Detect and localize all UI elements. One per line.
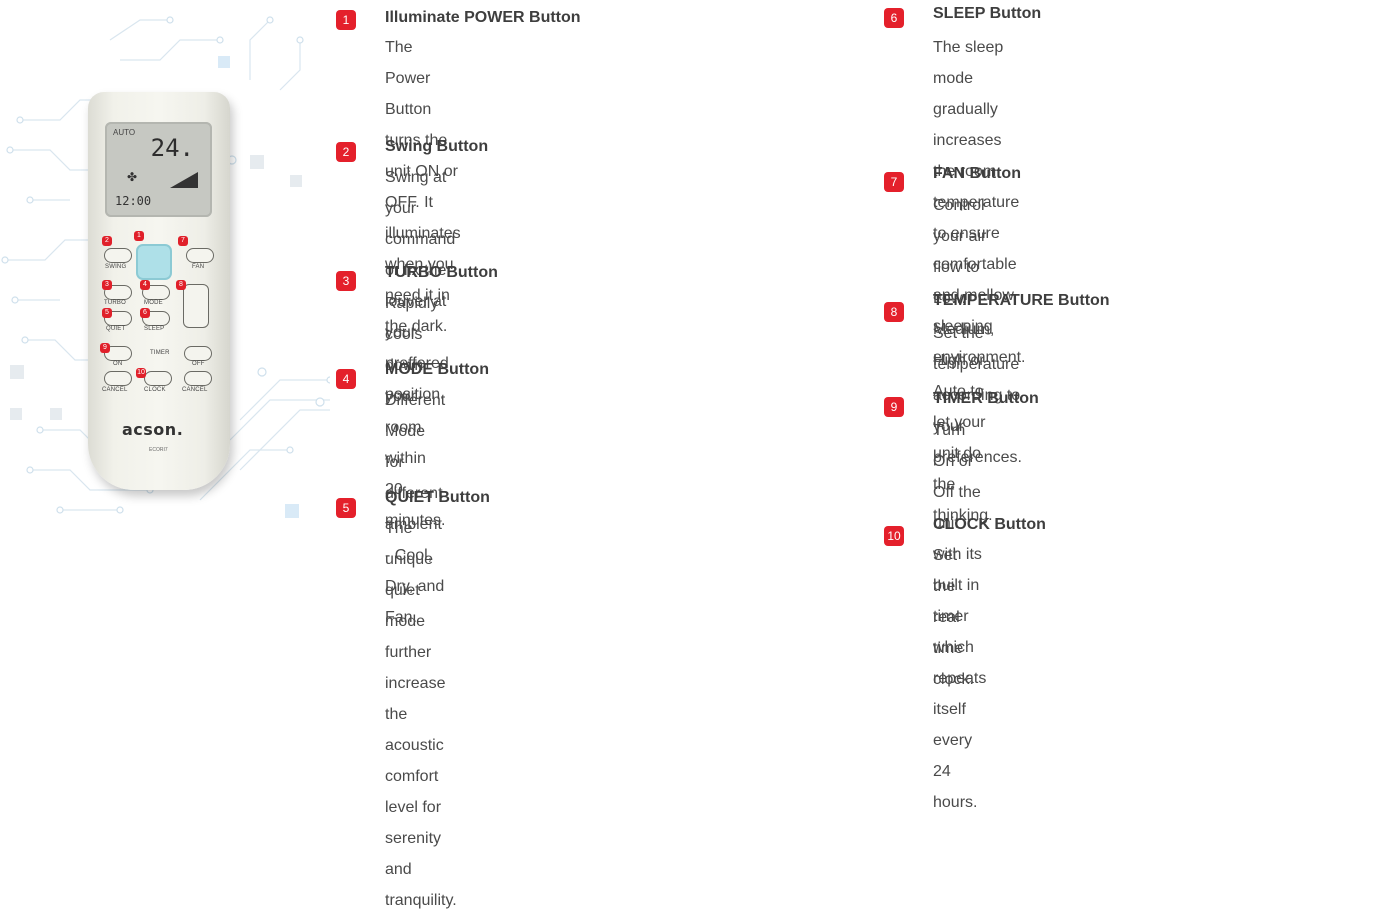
fan-icon: ✤ (127, 170, 138, 184)
remote-illustration: AUTO 24. ✤ 12:00 SWING FAN TURBO MODE QU… (0, 0, 330, 574)
timer-label: TIMER (150, 350, 170, 356)
remote-lcd: AUTO 24. ✤ 12:00 (105, 122, 212, 217)
power-button[interactable] (136, 244, 172, 280)
on-label: ON (113, 361, 123, 367)
timer-off-button[interactable] (184, 346, 212, 361)
brand-logo: acson. (122, 420, 184, 439)
feature-number-badge: 5 (336, 498, 356, 518)
feature-description: The unique quiet mode further increase t… (385, 513, 457, 916)
description-line: Set the real time clock. (933, 547, 974, 688)
model-number: ECORI7 (149, 447, 168, 453)
feature-number-badge: 6 (884, 8, 904, 28)
turbo-label: TURBO (104, 300, 126, 306)
feature-number-badge: 4 (336, 369, 356, 389)
feature-title: Illuminate POWER Button (385, 9, 581, 26)
feature-title: FAN Button (933, 165, 1021, 182)
temperature-button[interactable] (183, 284, 209, 328)
clock-label: CLOCK (144, 387, 166, 393)
feature-title: Swing Button (385, 138, 489, 155)
cancel-right-button[interactable] (184, 371, 212, 386)
swing-button[interactable] (104, 248, 132, 263)
cancel-right-label: CANCEL (182, 387, 208, 393)
remote-marker-10: 10 (136, 368, 146, 378)
feature-title: TIMER Button (933, 390, 1039, 407)
feature-number-badge: 9 (884, 397, 904, 417)
fan-speed-bars-icon (170, 172, 198, 188)
remote-marker-6: 6 (140, 308, 150, 318)
feature-title: TEMPERATURE Button (933, 292, 1110, 309)
remote-marker-7: 7 (178, 236, 188, 246)
lcd-temperature: 24. (150, 134, 194, 162)
fan-button[interactable] (186, 248, 214, 263)
description-line: The unique quiet mode further increase t… (385, 520, 446, 754)
remote-control: AUTO 24. ✤ 12:00 SWING FAN TURBO MODE QU… (88, 92, 230, 490)
feature-description: Set the real time clock. (933, 540, 974, 695)
lcd-clock: 12:00 (115, 194, 152, 208)
feature-number-badge: 8 (884, 302, 904, 322)
feature-title: QUIET Button (385, 489, 490, 506)
mode-label: MODE (144, 300, 163, 306)
quiet-label: QUIET (106, 326, 126, 332)
remote-marker-2: 2 (102, 236, 112, 246)
cancel-left-button[interactable] (104, 371, 132, 386)
lcd-mode-text: AUTO (113, 128, 136, 137)
remote-marker-3: 3 (102, 280, 112, 290)
feature-title: CLOCK Button (933, 516, 1046, 533)
off-label: OFF (192, 361, 205, 367)
sleep-label: SLEEP (144, 326, 165, 332)
cancel-left-label: CANCEL (102, 387, 128, 393)
remote-marker-5: 5 (102, 308, 112, 318)
feature-number-badge: 10 (884, 526, 904, 546)
feature-number-badge: 3 (336, 271, 356, 291)
feature-title: SLEEP Button (933, 5, 1042, 22)
clock-button[interactable] (144, 371, 172, 386)
feature-number-badge: 7 (884, 172, 904, 192)
remote-marker-9: 9 (100, 343, 110, 353)
description-line: The sleep mode gradually increases the r… (933, 39, 1004, 180)
swing-label: SWING (105, 264, 127, 270)
feature-number-badge: 2 (336, 142, 356, 162)
feature-title: MODE Button (385, 361, 489, 378)
remote-marker-8: 8 (176, 280, 186, 290)
remote-marker-4: 4 (140, 280, 150, 290)
remote-marker-1: 1 (134, 231, 144, 241)
feature-title: TURBO Button (385, 264, 498, 281)
fan-label: FAN (192, 264, 205, 270)
feature-number-badge: 1 (336, 10, 356, 30)
description-line: comfort level for serenity and tranquili… (385, 768, 457, 909)
